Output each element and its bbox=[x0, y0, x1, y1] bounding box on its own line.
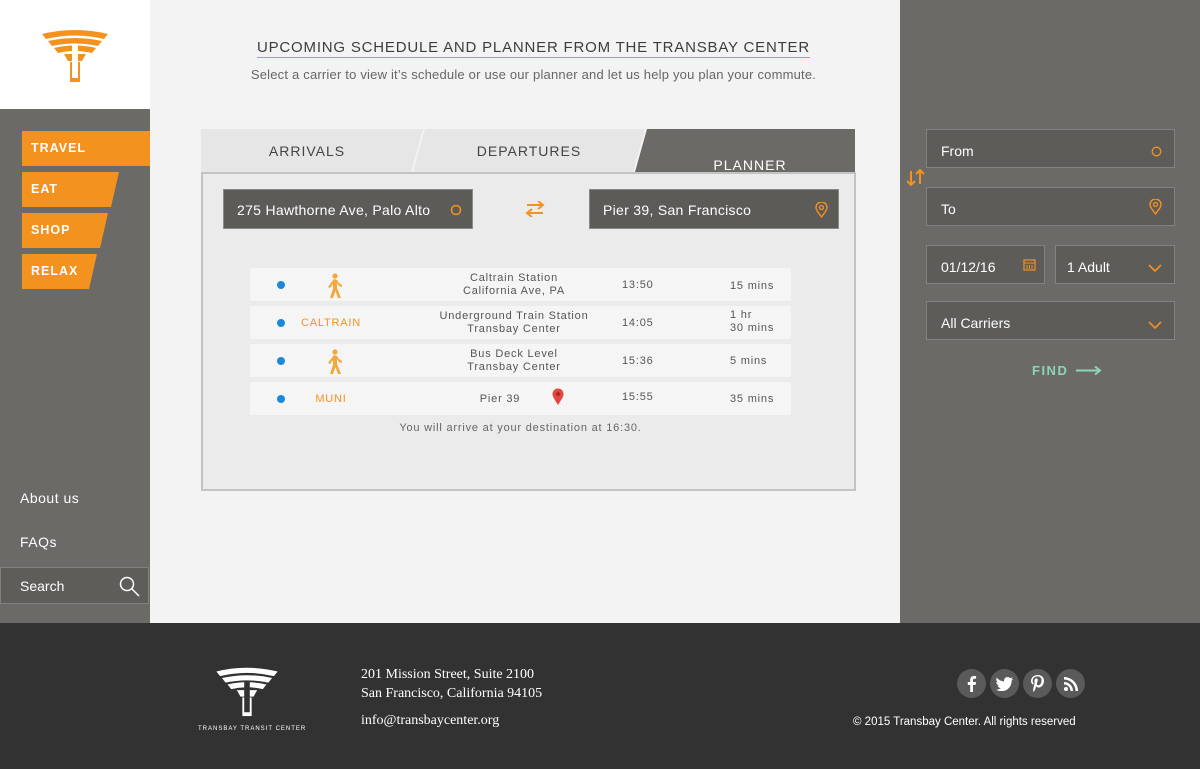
footer-logo-text: TRANSBAY TRANSIT CENTER bbox=[198, 726, 307, 732]
footer-email-link[interactable]: info@transbaycenter.org bbox=[361, 713, 499, 729]
step-time: 15:55 bbox=[622, 391, 654, 403]
nav-eat-label: EAT bbox=[31, 182, 59, 196]
schedule-tabs: ARRIVALS DEPARTURES PLANNER bbox=[201, 129, 855, 175]
destination-value: Pier 39, San Francisco bbox=[603, 202, 752, 218]
route-step-row[interactable]: CALTRAIN Underground Train Station Transb… bbox=[250, 306, 791, 339]
address-line1: 201 Mission Street, Suite 2100 bbox=[361, 667, 535, 682]
footer-address: 201 Mission Street, Suite 2100 San Franc… bbox=[361, 665, 542, 703]
tab-departures-label: DEPARTURES bbox=[476, 143, 582, 159]
social-links bbox=[957, 669, 1085, 698]
origin-field[interactable]: 275 Hawthorne Ave, Palo Alto bbox=[223, 189, 473, 229]
sidebar: TRAVEL EAT SHOP RELAX About us FAQs bbox=[0, 0, 162, 623]
nav-travel-label: TRAVEL bbox=[31, 141, 87, 155]
copyright: © 2015 Transbay Center. All rights reser… bbox=[853, 716, 1076, 728]
transbay-logo-icon bbox=[42, 29, 108, 82]
tab-arrivals-label: ARRIVALS bbox=[268, 143, 346, 159]
step-carrier: MUNI bbox=[315, 393, 347, 405]
tab-departures[interactable]: DEPARTURES bbox=[413, 129, 645, 172]
about-link[interactable]: About us bbox=[20, 490, 79, 506]
footer-logo[interactable]: TRANSBAY TRANSIT CENTER bbox=[198, 665, 307, 732]
right-panel: From To 01/12/16 1 Adult All Carriers FI… bbox=[900, 0, 1200, 623]
step-duration: 1 hr bbox=[730, 309, 753, 321]
from-label: From bbox=[941, 143, 974, 159]
sidebar-search bbox=[0, 567, 149, 604]
logo[interactable] bbox=[0, 0, 150, 109]
step-dot-icon bbox=[277, 395, 285, 403]
find-button[interactable]: FIND bbox=[1032, 363, 1102, 378]
walk-icon bbox=[326, 273, 344, 304]
faqs-link[interactable]: FAQs bbox=[20, 534, 57, 550]
page-title: UPCOMING SCHEDULE AND PLANNER FROM THE T… bbox=[256, 39, 810, 58]
from-field[interactable]: From bbox=[926, 129, 1175, 168]
search-icon[interactable] bbox=[119, 576, 140, 602]
walk-icon bbox=[326, 349, 344, 380]
step-carrier: CALTRAIN bbox=[301, 317, 361, 329]
date-field[interactable]: 01/12/16 bbox=[926, 245, 1045, 284]
nav-shop-label: SHOP bbox=[31, 223, 71, 237]
step-time: 14:05 bbox=[622, 317, 654, 329]
destination-field[interactable]: Pier 39, San Francisco bbox=[589, 189, 839, 229]
step-duration-line2: 30 mins bbox=[730, 322, 775, 334]
carrier-select[interactable]: All Carriers bbox=[926, 301, 1175, 340]
step-station-line2: Transbay Center bbox=[467, 323, 561, 335]
step-dot-icon bbox=[277, 319, 285, 327]
step-duration: 15 mins bbox=[730, 280, 775, 292]
find-label: FIND bbox=[1032, 363, 1069, 378]
route-step-row[interactable]: Caltrain Station California Ave, PA 13:50… bbox=[250, 268, 791, 301]
footer: TRANSBAY TRANSIT CENTER 201 Mission Stre… bbox=[0, 623, 1200, 769]
carrier-value: All Carriers bbox=[941, 315, 1011, 331]
nav-shop[interactable]: SHOP bbox=[22, 213, 108, 248]
nav-relax-label: RELAX bbox=[31, 264, 79, 278]
step-time: 13:50 bbox=[622, 279, 654, 291]
calendar-icon bbox=[1023, 258, 1036, 274]
transbay-logo-icon bbox=[216, 667, 278, 717]
step-station-line2: California Ave, PA bbox=[462, 285, 566, 297]
step-dot-icon bbox=[277, 357, 285, 365]
origin-value: 275 Hawthorne Ave, Palo Alto bbox=[237, 202, 431, 218]
nav-eat[interactable]: EAT bbox=[22, 172, 119, 207]
location-pin-icon bbox=[1149, 198, 1162, 218]
pinterest-icon[interactable] bbox=[1023, 669, 1052, 698]
location-pin-icon bbox=[815, 201, 828, 221]
step-duration: 35 mins bbox=[730, 393, 775, 405]
step-time: 15:36 bbox=[622, 355, 654, 367]
planner-panel: 275 Hawthorne Ave, Palo Alto Pier 39, Sa… bbox=[201, 172, 856, 491]
step-station-line1: Bus Deck Level bbox=[470, 348, 558, 360]
address-line2: San Francisco, California 94105 bbox=[361, 686, 543, 701]
step-station-line1: Caltrain Station bbox=[469, 272, 558, 284]
origin-marker-icon bbox=[1151, 144, 1162, 160]
chevron-down-icon bbox=[1148, 260, 1162, 276]
passengers-value: 1 Adult bbox=[1067, 259, 1110, 275]
twitter-icon[interactable] bbox=[990, 669, 1019, 698]
chevron-down-icon bbox=[1148, 317, 1162, 333]
step-duration: 5 mins bbox=[730, 355, 768, 367]
step-station-line2: Transbay Center bbox=[467, 361, 561, 373]
swap-vertical-icon[interactable] bbox=[906, 168, 925, 191]
origin-marker-icon bbox=[450, 203, 462, 219]
page-subtitle: Select a carrier to view it’s schedule o… bbox=[250, 67, 817, 82]
passengers-select[interactable]: 1 Adult bbox=[1055, 245, 1175, 284]
to-label: To bbox=[941, 201, 956, 217]
to-field[interactable]: To bbox=[926, 187, 1175, 226]
route-step-row[interactable]: Bus Deck Level Transbay Center 15:36 5 mi… bbox=[250, 344, 791, 377]
search-input[interactable] bbox=[1, 568, 113, 603]
arrival-note: You will arrive at your destination at 1… bbox=[399, 422, 642, 434]
nav-relax[interactable]: RELAX bbox=[22, 254, 97, 289]
route-step-row[interactable]: MUNI Pier 39 15:55 35 mins bbox=[250, 382, 791, 415]
step-dot-icon bbox=[277, 281, 285, 289]
date-value: 01/12/16 bbox=[941, 259, 996, 275]
step-station-line1: Underground Train Station bbox=[439, 310, 589, 322]
arrow-right-icon bbox=[1076, 366, 1102, 375]
main-content: UPCOMING SCHEDULE AND PLANNER FROM THE T… bbox=[150, 0, 900, 623]
swap-locations-icon[interactable] bbox=[525, 200, 545, 222]
tab-arrivals[interactable]: ARRIVALS bbox=[201, 129, 423, 172]
tab-planner[interactable]: PLANNER bbox=[635, 129, 855, 175]
facebook-icon[interactable] bbox=[957, 669, 986, 698]
destination-pin-icon bbox=[552, 388, 564, 411]
nav-travel[interactable]: TRAVEL bbox=[22, 131, 162, 166]
rss-icon[interactable] bbox=[1056, 669, 1085, 698]
